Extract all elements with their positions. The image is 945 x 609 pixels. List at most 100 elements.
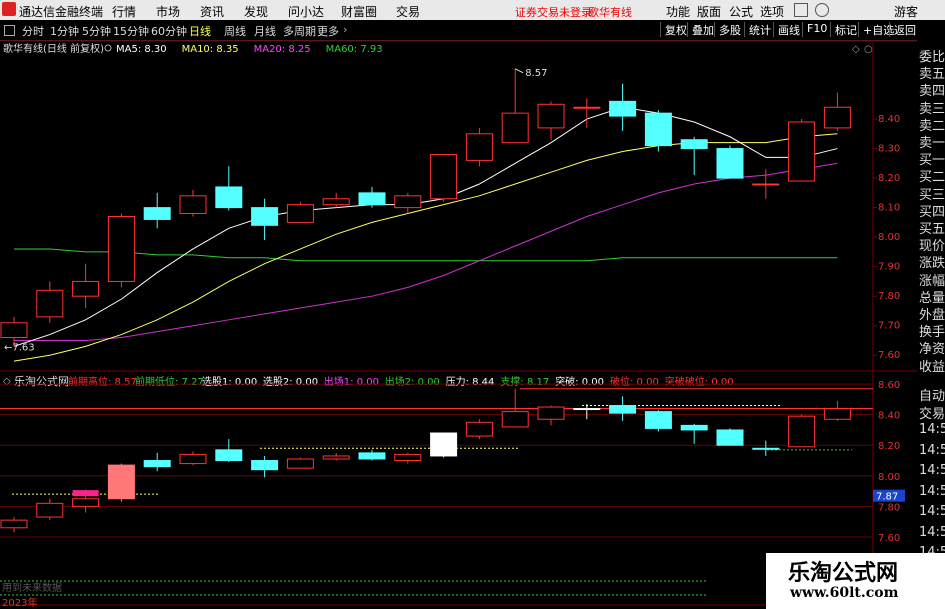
ma-legend-1: MA10: 8.35 <box>182 44 239 55</box>
period-5min[interactable]: 5分钟 <box>82 23 111 39</box>
sub-candle-body <box>394 453 422 462</box>
candle-body <box>107 215 135 282</box>
side-label-1: 卖五 <box>919 67 945 83</box>
kline-chart[interactable]: 歌华有线(日线 前复权) MA5: 8.30 MA10: 8.35 MA20: 8.2… <box>0 40 917 609</box>
main-chart-header: 歌华有线(日线 前复权) <box>3 42 104 55</box>
ma-legend-0: MA5: 8.30 <box>116 44 167 55</box>
grid-icon[interactable] <box>4 25 15 36</box>
side-time-2: 14:56 <box>919 463 945 478</box>
side-title-0: 自动 <box>919 389 945 404</box>
side-label-16: 换手 <box>919 325 945 341</box>
multi-stock-button[interactable]: 多股 <box>714 22 741 37</box>
period-1min[interactable]: 1分钟 <box>50 23 79 39</box>
sub-candle-body <box>537 406 565 420</box>
menu-item-trade[interactable]: 交易 <box>396 3 420 20</box>
chevron-right-icon[interactable]: › <box>343 23 347 36</box>
app-logo-icon <box>2 2 16 16</box>
main-price-tick: 8.00 <box>878 232 900 243</box>
indicator-legend-10: 突破破位: 0.00 <box>665 375 734 388</box>
candle-body <box>179 195 207 215</box>
sub-candle-body <box>465 421 493 437</box>
sub-price-tick: 7.60 <box>878 533 900 544</box>
sub-candle-body <box>823 408 851 420</box>
period-15min[interactable]: 15分钟 <box>113 23 149 39</box>
diamond-icon: ◇ <box>852 44 860 55</box>
sub-toggle-icon: ◇ <box>3 376 11 387</box>
candle-body <box>0 322 28 339</box>
year-label: 2023年 <box>2 596 37 609</box>
indicator-legend-9: 破位: 0.00 <box>610 375 659 388</box>
menu-item-wealth[interactable]: 财富圈 <box>341 3 377 20</box>
period-multi[interactable]: 多周期 <box>283 23 316 39</box>
main-price-tick: 7.60 <box>878 350 900 361</box>
help-icon[interactable] <box>815 3 829 17</box>
candle-body <box>680 139 708 150</box>
menu-item-discover[interactable]: 发现 <box>244 3 268 20</box>
sub-candle-body <box>286 458 314 469</box>
sub-candle-body <box>36 502 64 518</box>
candle-body <box>788 121 816 182</box>
trade-login-notice[interactable]: 证券交易未登录 <box>515 4 592 20</box>
period-weekly[interactable]: 周线 <box>224 23 246 39</box>
menu-item-ask[interactable]: 问小达 <box>288 3 324 20</box>
period-60min[interactable]: 60分钟 <box>151 23 187 39</box>
sub-candle-body <box>788 415 816 448</box>
sub-candle-body <box>358 452 386 460</box>
sub-candle-body <box>716 429 744 446</box>
sub-candle-body <box>251 460 279 471</box>
candle-body <box>394 195 422 209</box>
quote-side-panel: 委比 卖五 卖四 卖三 卖二 卖一 买一 买二 买三 买四 买五 现价 涨跌 涨幅 总量 外盘 换手 净资 收益 自动… <box>917 40 945 609</box>
menu-item-quotes[interactable]: 行情 <box>112 3 136 20</box>
f10-button[interactable]: F10 <box>802 22 827 37</box>
sub-candle-body <box>644 411 672 429</box>
statistics-button[interactable]: 统计 <box>744 22 771 37</box>
menu-item-layout[interactable]: 版面 <box>697 3 721 20</box>
side-label-17: 净资 <box>919 342 945 358</box>
side-title-1: 交易 <box>919 407 945 422</box>
menu-bar: 通达信金融终端 行情 市场 资讯 发现 问小达 财富圈 交易 证券交易未登录 歌… <box>0 0 945 20</box>
sub-candle-body <box>322 455 350 460</box>
overlay-button[interactable]: 叠加 <box>687 22 714 37</box>
watermark: 乐淘公式网 www.60lt.com <box>766 553 945 609</box>
main-price-tick: 8.30 <box>878 144 900 155</box>
guest-label[interactable]: 游客 <box>894 3 918 20</box>
candle-body <box>823 106 851 129</box>
period-daily[interactable]: 日线 <box>189 23 211 39</box>
side-label-9: 买四 <box>919 204 945 220</box>
menu-item-news[interactable]: 资讯 <box>200 3 224 20</box>
sub-candle-body <box>107 464 135 500</box>
back-button[interactable]: 返回 <box>889 22 916 37</box>
ma10-line <box>13 133 838 362</box>
side-label-18: 收益 <box>919 359 945 375</box>
side-time-0: 14:56 <box>919 422 945 437</box>
candle-body <box>501 112 529 144</box>
side-label-11: 现价 <box>919 239 945 255</box>
current-stock-name: 歌华有线 <box>588 6 632 19</box>
main-price-tick: 7.70 <box>878 321 900 332</box>
sub-candle-body <box>179 453 207 465</box>
menu-item-formula[interactable]: 公式 <box>729 3 753 20</box>
side-label-2: 卖四 <box>919 84 945 100</box>
mark-button[interactable]: 标记 <box>830 22 857 37</box>
menu-item-options[interactable]: 选项 <box>760 3 784 20</box>
menu-item-market[interactable]: 市场 <box>156 3 180 20</box>
indicator-legend-4: 出场1: 0.00 <box>324 375 379 388</box>
watermark-title: 乐淘公式网 <box>788 561 899 586</box>
app-title: 通达信金融终端 <box>19 5 104 19</box>
sub-price-tick: 8.40 <box>878 411 900 422</box>
sub-candle-body <box>72 498 100 507</box>
draw-line-button[interactable]: 画线 <box>773 22 800 37</box>
period-more[interactable]: 更多 <box>317 23 339 39</box>
side-time-1: 14:56 <box>919 442 945 458</box>
menu-item-function[interactable]: 功能 <box>666 3 690 20</box>
period-monthly[interactable]: 月线 <box>254 23 276 39</box>
window-icon[interactable] <box>794 3 808 17</box>
period-intraday[interactable]: 分时 <box>22 23 44 39</box>
adjust-button[interactable]: 复权 <box>660 22 687 37</box>
ma20-line <box>14 162 838 341</box>
main-price-tick: 8.10 <box>878 203 900 214</box>
indicator-legend-6: 压力: 8.44 <box>446 375 495 388</box>
candle-body <box>322 198 350 206</box>
candle-body <box>716 148 744 179</box>
sub-candle-body <box>215 449 243 462</box>
